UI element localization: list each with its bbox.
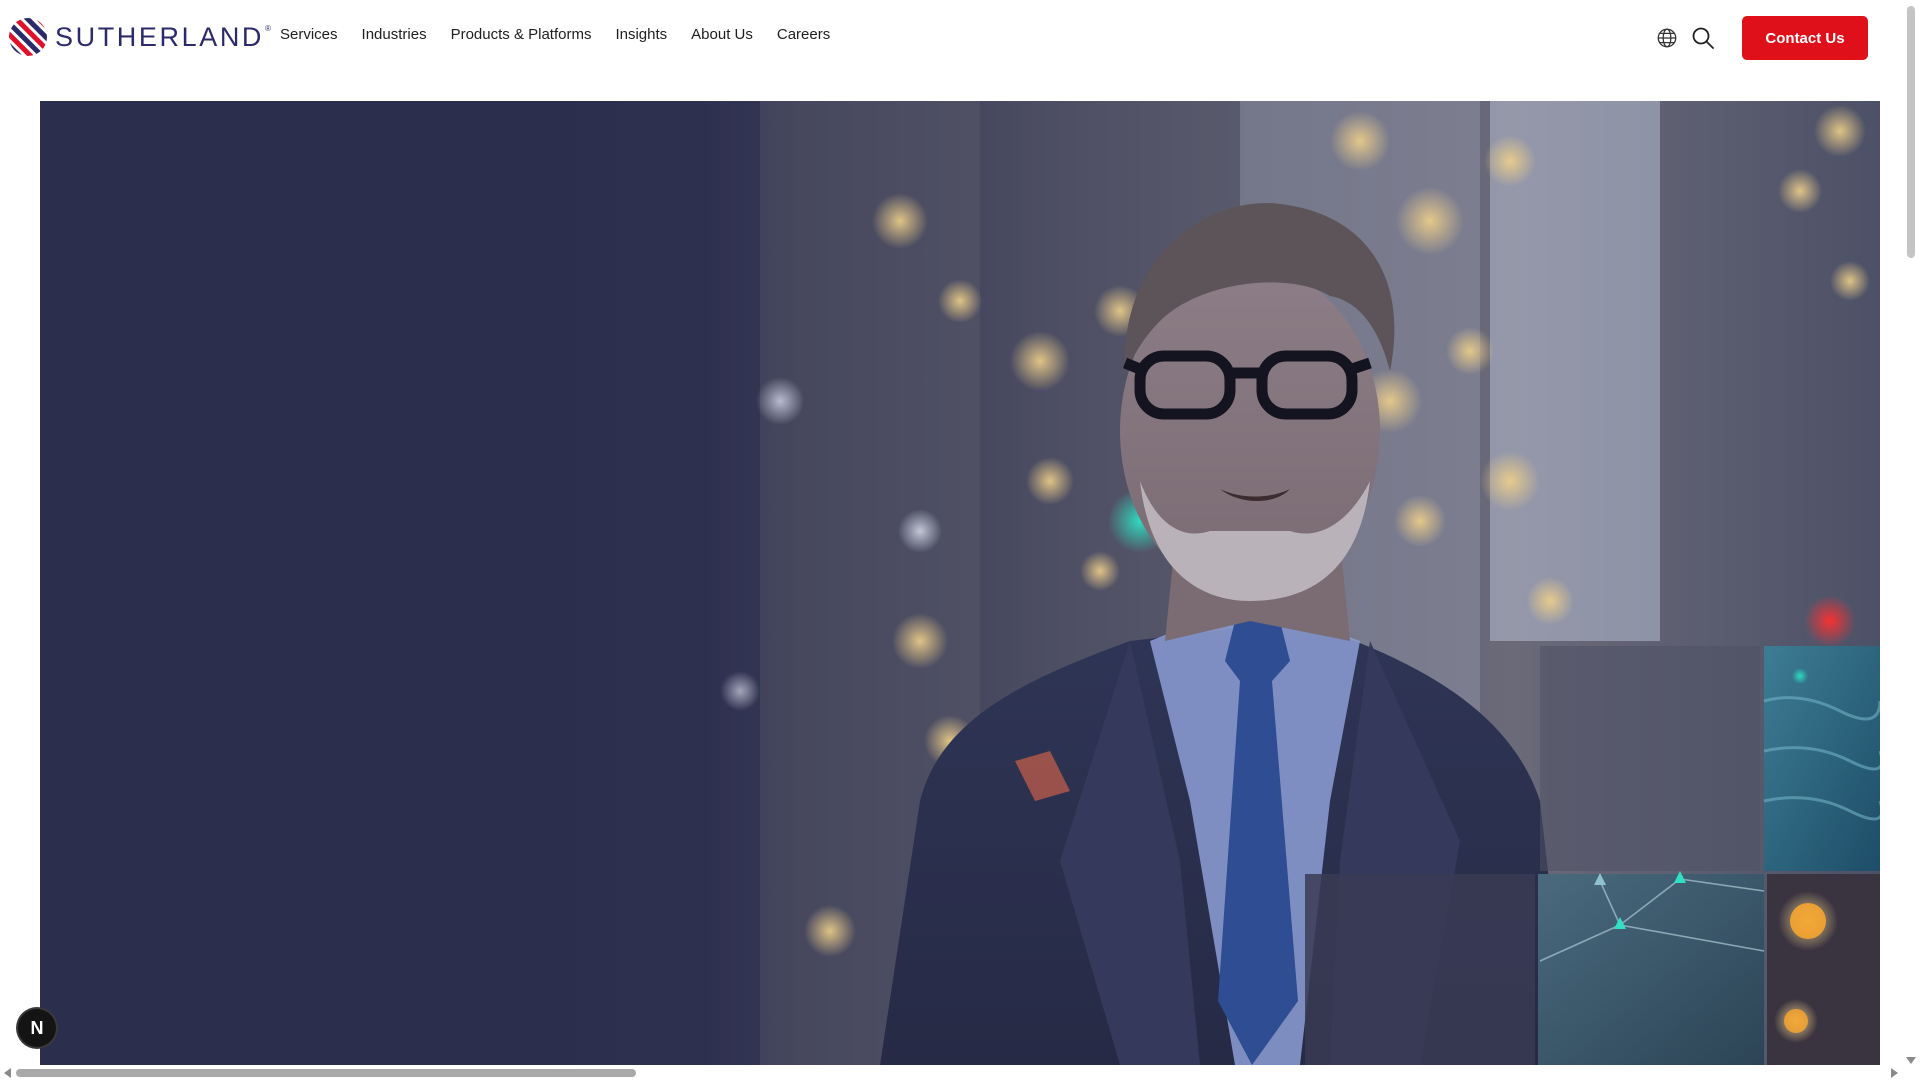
language-button[interactable] [1654, 25, 1680, 51]
sutherland-logo[interactable]: SUTHERLAND ® [8, 16, 271, 58]
nav-item-about-us[interactable]: About Us [691, 26, 753, 43]
search-button[interactable] [1690, 25, 1716, 51]
header-actions: Contact Us [1654, 16, 1868, 60]
globe-icon [1657, 28, 1677, 48]
nav-item-careers[interactable]: Careers [777, 26, 830, 43]
brand-name: SUTHERLAND [55, 21, 265, 52]
page: SUTHERLAND ® Services Industries Product… [0, 0, 1920, 1080]
hero-video-frame [40, 101, 1880, 1065]
vertical-scrollbar[interactable] [1902, 0, 1920, 1065]
n-badge-button[interactable]: N [18, 1009, 56, 1047]
horizontal-scrollbar[interactable] [0, 1065, 1920, 1080]
horizontal-scrollbar-thumb[interactable] [16, 1069, 636, 1077]
vertical-scrollbar-thumb[interactable] [1907, 6, 1915, 258]
scroll-right-arrow-icon[interactable] [1891, 1068, 1898, 1078]
nav-item-industries[interactable]: Industries [362, 26, 427, 43]
site-header: SUTHERLAND ® Services Industries Product… [0, 0, 1900, 76]
nav-item-products-platforms[interactable]: Products & Platforms [451, 26, 592, 43]
main-nav: Services Industries Products & Platforms… [280, 26, 830, 43]
hero-video[interactable] [40, 101, 1880, 1065]
registered-mark: ® [265, 24, 271, 33]
scroll-left-arrow-icon[interactable] [4, 1068, 11, 1078]
nav-item-insights[interactable]: Insights [615, 26, 667, 43]
search-icon [1692, 27, 1714, 49]
contact-us-button[interactable]: Contact Us [1742, 16, 1868, 60]
sutherland-logo-mark-icon [9, 18, 47, 56]
scroll-down-arrow-icon[interactable] [1906, 1057, 1916, 1064]
nav-item-services[interactable]: Services [280, 26, 338, 43]
